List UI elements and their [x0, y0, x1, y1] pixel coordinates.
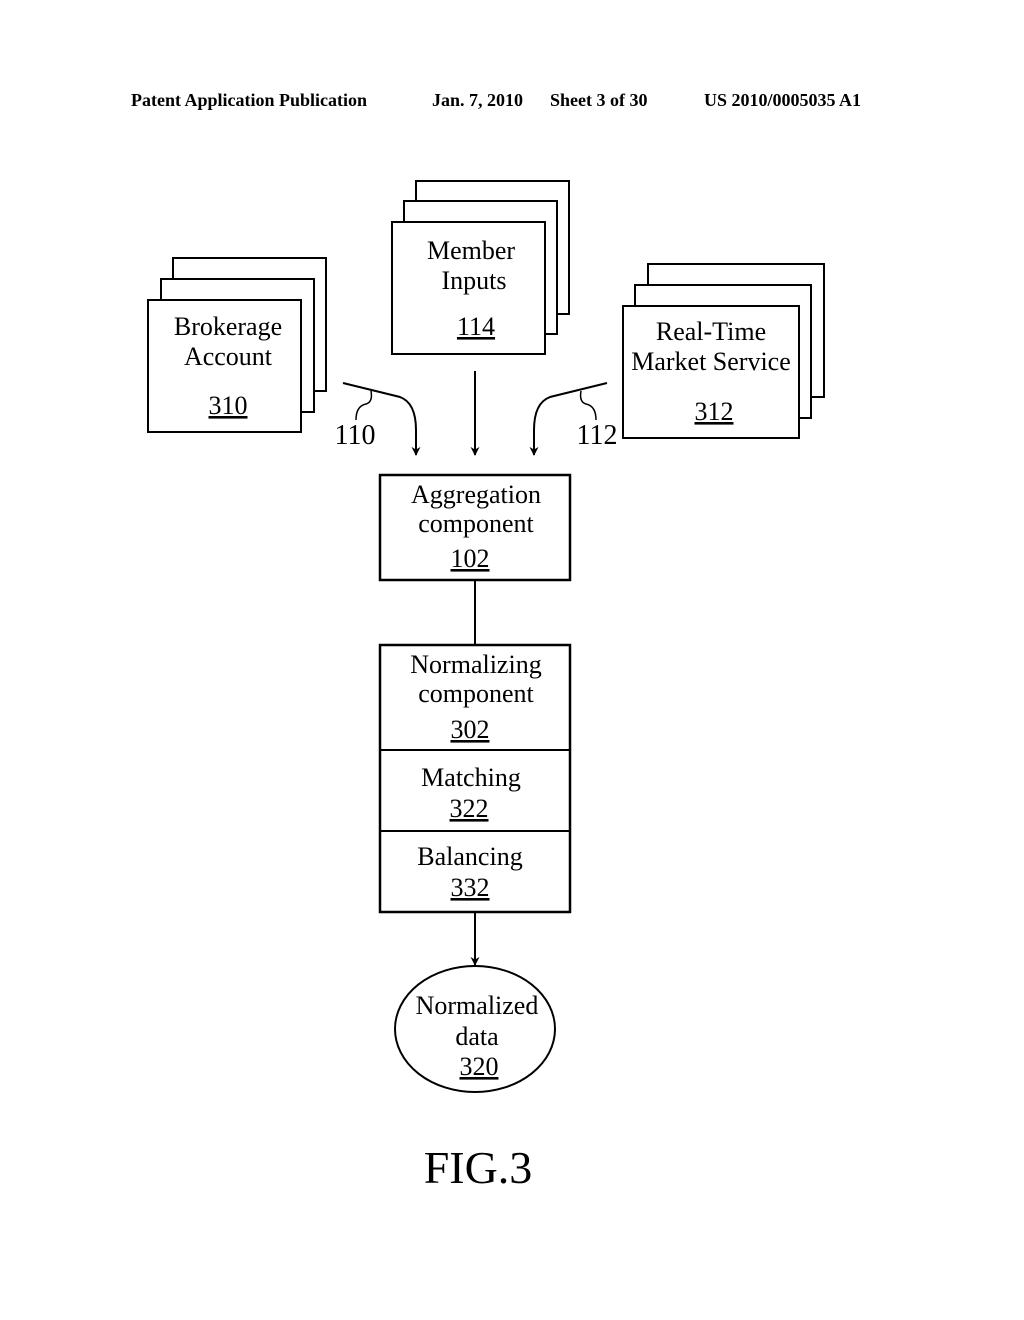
aggregation-ref: 102: [451, 544, 490, 573]
normalizing-label-1: Normalizing: [410, 650, 541, 679]
leader-112: [579, 390, 597, 421]
market-service-ref: 312: [695, 397, 734, 426]
aggregation-label-1: Aggregation: [411, 480, 541, 509]
normalized-data-label-1: Normalized: [416, 991, 539, 1020]
connector-label-110: 110: [335, 420, 376, 451]
member-inputs-label-2: Inputs: [442, 266, 507, 295]
brokerage-account-ref: 310: [209, 391, 248, 420]
normalizing-label-2: component: [418, 679, 534, 708]
aggregation-label-2: component: [418, 509, 534, 538]
balancing-label: Balancing: [417, 842, 522, 871]
balancing-ref: 332: [451, 873, 490, 902]
market-service-label-2: Market Service: [631, 347, 791, 376]
diagram: Brokerage Account 310 Member Inputs 114 …: [147, 180, 825, 1193]
figure-label: FIG.3: [424, 1142, 533, 1193]
normalized-data-label-2: data: [455, 1022, 499, 1051]
connector-label-112: 112: [577, 420, 618, 451]
member-inputs-label-1: Member: [427, 236, 515, 265]
brokerage-account-label-2: Account: [184, 342, 273, 371]
normalizing-ref: 302: [451, 715, 490, 744]
matching-ref: 322: [450, 794, 489, 823]
brokerage-account-label-1: Brokerage: [174, 312, 282, 341]
market-service-label-1: Real-Time: [656, 317, 766, 346]
matching-label: Matching: [421, 763, 521, 792]
member-inputs-ref: 114: [457, 312, 495, 341]
normalized-data-ref: 320: [460, 1052, 499, 1081]
leader-110: [355, 390, 373, 421]
